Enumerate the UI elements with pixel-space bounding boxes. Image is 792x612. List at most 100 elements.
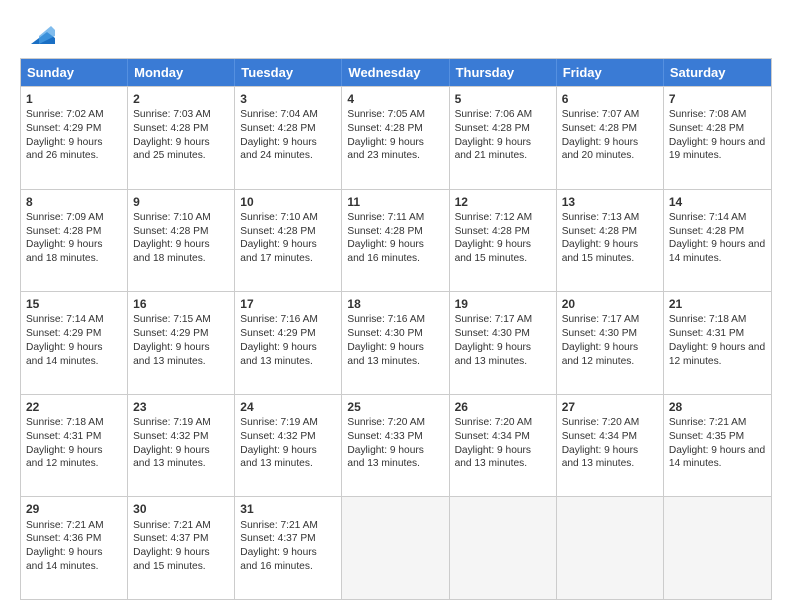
daylight-label: Daylight: 9 hours and 16 minutes. <box>347 239 423 264</box>
week-row-2: 8 Sunrise: 7:09 AM Sunset: 4:28 PM Dayli… <box>21 189 771 292</box>
calendar-cell-20: 20 Sunrise: 7:17 AM Sunset: 4:30 PM Dayl… <box>557 292 664 394</box>
sunset-label: Sunset: 4:28 PM <box>669 123 744 134</box>
sunset-label: Sunset: 4:31 PM <box>26 431 101 442</box>
week-row-4: 22 Sunrise: 7:18 AM Sunset: 4:31 PM Dayl… <box>21 394 771 497</box>
sunrise-label: Sunrise: 7:19 AM <box>240 417 318 428</box>
sunset-label: Sunset: 4:29 PM <box>133 328 208 339</box>
calendar-cell-11: 11 Sunrise: 7:11 AM Sunset: 4:28 PM Dayl… <box>342 190 449 292</box>
header-thursday: Thursday <box>450 59 557 86</box>
sunset-label: Sunset: 4:37 PM <box>133 533 208 544</box>
calendar-cell-2: 2 Sunrise: 7:03 AM Sunset: 4:28 PM Dayli… <box>128 87 235 189</box>
daylight-label: Daylight: 9 hours and 13 minutes. <box>347 445 423 470</box>
sunset-label: Sunset: 4:29 PM <box>26 123 101 134</box>
sunrise-label: Sunrise: 7:15 AM <box>133 314 211 325</box>
calendar-cell-31: 31 Sunrise: 7:21 AM Sunset: 4:37 PM Dayl… <box>235 497 342 599</box>
day-number: 15 <box>26 296 122 312</box>
sunset-label: Sunset: 4:29 PM <box>26 328 101 339</box>
day-number: 23 <box>133 399 229 415</box>
calendar-cell-27: 27 Sunrise: 7:20 AM Sunset: 4:34 PM Dayl… <box>557 395 664 497</box>
header-sunday: Sunday <box>21 59 128 86</box>
calendar-cell-22: 22 Sunrise: 7:18 AM Sunset: 4:31 PM Dayl… <box>21 395 128 497</box>
calendar-cell-4: 4 Sunrise: 7:05 AM Sunset: 4:28 PM Dayli… <box>342 87 449 189</box>
sunrise-label: Sunrise: 7:20 AM <box>562 417 640 428</box>
sunset-label: Sunset: 4:32 PM <box>133 431 208 442</box>
sunrise-label: Sunrise: 7:12 AM <box>455 212 533 223</box>
daylight-label: Daylight: 9 hours and 13 minutes. <box>240 342 316 367</box>
sunset-label: Sunset: 4:28 PM <box>669 226 744 237</box>
sunrise-label: Sunrise: 7:05 AM <box>347 109 425 120</box>
calendar: Sunday Monday Tuesday Wednesday Thursday… <box>20 58 772 600</box>
day-number: 29 <box>26 501 122 517</box>
day-number: 21 <box>669 296 766 312</box>
daylight-label: Daylight: 9 hours and 13 minutes. <box>455 342 531 367</box>
sunset-label: Sunset: 4:37 PM <box>240 533 315 544</box>
sunrise-label: Sunrise: 7:10 AM <box>240 212 318 223</box>
sunrise-label: Sunrise: 7:18 AM <box>26 417 104 428</box>
daylight-label: Daylight: 9 hours and 14 minutes. <box>26 342 102 367</box>
day-number: 17 <box>240 296 336 312</box>
sunrise-label: Sunrise: 7:09 AM <box>26 212 104 223</box>
empty-cell <box>450 497 557 599</box>
daylight-label: Daylight: 9 hours and 13 minutes. <box>240 445 316 470</box>
daylight-label: Daylight: 9 hours and 12 minutes. <box>562 342 638 367</box>
day-number: 12 <box>455 194 551 210</box>
sunrise-label: Sunrise: 7:21 AM <box>26 520 104 531</box>
calendar-header-row: Sunday Monday Tuesday Wednesday Thursday… <box>21 59 771 86</box>
day-number: 2 <box>133 91 229 107</box>
sunset-label: Sunset: 4:28 PM <box>347 123 422 134</box>
page: Sunday Monday Tuesday Wednesday Thursday… <box>0 0 792 612</box>
sunrise-label: Sunrise: 7:21 AM <box>240 520 318 531</box>
week-row-5: 29 Sunrise: 7:21 AM Sunset: 4:36 PM Dayl… <box>21 496 771 599</box>
daylight-label: Daylight: 9 hours and 19 minutes. <box>669 137 765 162</box>
daylight-label: Daylight: 9 hours and 17 minutes. <box>240 239 316 264</box>
calendar-cell-30: 30 Sunrise: 7:21 AM Sunset: 4:37 PM Dayl… <box>128 497 235 599</box>
daylight-label: Daylight: 9 hours and 12 minutes. <box>669 342 765 367</box>
day-number: 18 <box>347 296 443 312</box>
calendar-cell-17: 17 Sunrise: 7:16 AM Sunset: 4:29 PM Dayl… <box>235 292 342 394</box>
day-number: 28 <box>669 399 766 415</box>
sunset-label: Sunset: 4:28 PM <box>562 123 637 134</box>
week-row-3: 15 Sunrise: 7:14 AM Sunset: 4:29 PM Dayl… <box>21 291 771 394</box>
day-number: 10 <box>240 194 336 210</box>
sunrise-label: Sunrise: 7:06 AM <box>455 109 533 120</box>
sunset-label: Sunset: 4:28 PM <box>133 123 208 134</box>
calendar-cell-1: 1 Sunrise: 7:02 AM Sunset: 4:29 PM Dayli… <box>21 87 128 189</box>
day-number: 24 <box>240 399 336 415</box>
day-number: 11 <box>347 194 443 210</box>
sunrise-label: Sunrise: 7:20 AM <box>455 417 533 428</box>
daylight-label: Daylight: 9 hours and 14 minutes. <box>669 239 765 264</box>
sunset-label: Sunset: 4:35 PM <box>669 431 744 442</box>
day-number: 19 <box>455 296 551 312</box>
calendar-cell-21: 21 Sunrise: 7:18 AM Sunset: 4:31 PM Dayl… <box>664 292 771 394</box>
calendar-cell-24: 24 Sunrise: 7:19 AM Sunset: 4:32 PM Dayl… <box>235 395 342 497</box>
day-number: 3 <box>240 91 336 107</box>
calendar-cell-7: 7 Sunrise: 7:08 AM Sunset: 4:28 PM Dayli… <box>664 87 771 189</box>
day-number: 22 <box>26 399 122 415</box>
sunrise-label: Sunrise: 7:14 AM <box>669 212 747 223</box>
header-saturday: Saturday <box>664 59 771 86</box>
daylight-label: Daylight: 9 hours and 13 minutes. <box>133 445 209 470</box>
daylight-label: Daylight: 9 hours and 13 minutes. <box>455 445 531 470</box>
sunrise-label: Sunrise: 7:02 AM <box>26 109 104 120</box>
calendar-cell-15: 15 Sunrise: 7:14 AM Sunset: 4:29 PM Dayl… <box>21 292 128 394</box>
day-number: 5 <box>455 91 551 107</box>
sunrise-label: Sunrise: 7:11 AM <box>347 212 424 223</box>
day-number: 26 <box>455 399 551 415</box>
sunset-label: Sunset: 4:28 PM <box>240 226 315 237</box>
sunrise-label: Sunrise: 7:10 AM <box>133 212 211 223</box>
day-number: 14 <box>669 194 766 210</box>
sunrise-label: Sunrise: 7:14 AM <box>26 314 104 325</box>
sunset-label: Sunset: 4:32 PM <box>240 431 315 442</box>
calendar-cell-8: 8 Sunrise: 7:09 AM Sunset: 4:28 PM Dayli… <box>21 190 128 292</box>
header <box>20 16 772 48</box>
calendar-cell-13: 13 Sunrise: 7:13 AM Sunset: 4:28 PM Dayl… <box>557 190 664 292</box>
sunset-label: Sunset: 4:28 PM <box>455 226 530 237</box>
day-number: 16 <box>133 296 229 312</box>
sunrise-label: Sunrise: 7:13 AM <box>562 212 640 223</box>
sunrise-label: Sunrise: 7:19 AM <box>133 417 211 428</box>
sunrise-label: Sunrise: 7:20 AM <box>347 417 425 428</box>
logo <box>20 16 55 48</box>
daylight-label: Daylight: 9 hours and 16 minutes. <box>240 547 316 572</box>
sunset-label: Sunset: 4:28 PM <box>26 226 101 237</box>
sunrise-label: Sunrise: 7:16 AM <box>347 314 425 325</box>
